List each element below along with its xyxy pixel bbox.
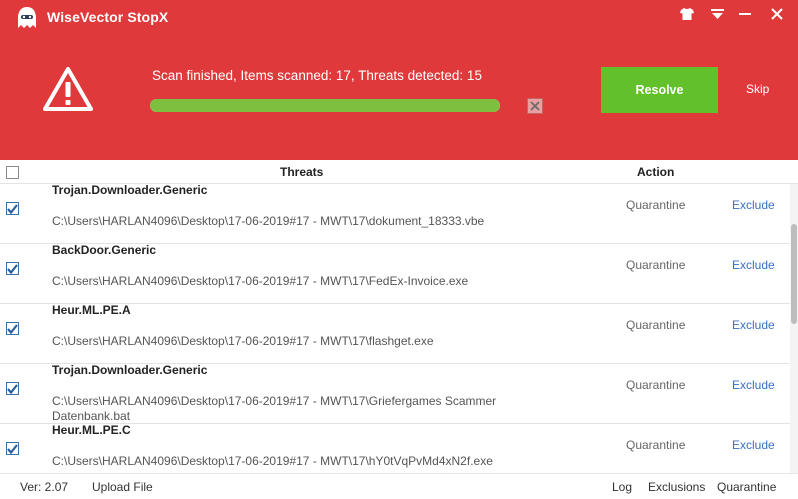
app-logo-icon	[18, 7, 36, 28]
menu-button[interactable]	[706, 5, 728, 23]
threat-checkbox[interactable]	[6, 442, 19, 455]
list-scrollbar-thumb[interactable]	[791, 224, 797, 324]
scan-result-header: WiseVector StopX Scan finished, Items sc…	[0, 0, 798, 160]
log-link[interactable]: Log	[612, 480, 632, 494]
minimize-button[interactable]	[734, 5, 756, 23]
threats-list: Trojan.Downloader.Generic C:\Users\HARLA…	[0, 184, 790, 473]
scan-progress-fill	[150, 99, 500, 112]
exclusions-link[interactable]: Exclusions	[648, 480, 705, 494]
threat-row: Trojan.Downloader.Generic C:\Users\HARLA…	[0, 363, 790, 424]
threat-row: Trojan.Downloader.Generic C:\Users\HARLA…	[0, 184, 790, 244]
threat-path: C:\Users\HARLAN4096\Desktop\17-06-2019#1…	[52, 334, 434, 348]
threat-action[interactable]: Quarantine	[626, 198, 685, 212]
threat-name: BackDoor.Generic	[52, 243, 157, 257]
threat-name: Trojan.Downloader.Generic	[52, 363, 208, 377]
minimize-icon	[739, 13, 751, 15]
status-footer: Ver: 2.07 Upload File Log Exclusions Qua…	[0, 473, 798, 499]
scan-status-text: Scan finished, Items scanned: 17, Threat…	[152, 68, 482, 83]
check-icon	[7, 323, 18, 334]
threat-action[interactable]: Quarantine	[626, 318, 685, 332]
threat-path: C:\Users\HARLAN4096\Desktop\17-06-2019#1…	[52, 214, 485, 228]
exclude-link[interactable]: Exclude	[732, 258, 775, 272]
threat-action[interactable]: Quarantine	[626, 378, 685, 392]
column-header-action: Action	[637, 165, 675, 179]
cancel-x-icon	[530, 101, 540, 111]
threat-checkbox[interactable]	[6, 202, 19, 215]
check-icon	[7, 263, 18, 274]
threat-name: Heur.ML.PE.A	[52, 303, 131, 317]
exclude-link[interactable]: Exclude	[732, 318, 775, 332]
threat-name: Heur.ML.PE.C	[52, 423, 131, 437]
exclude-link[interactable]: Exclude	[732, 438, 775, 452]
check-icon	[7, 443, 18, 454]
threat-checkbox[interactable]	[6, 382, 19, 395]
column-header-threats: Threats	[280, 165, 324, 179]
threat-checkbox[interactable]	[6, 322, 19, 335]
threat-path: C:\Users\HARLAN4096\Desktop\17-06-2019#1…	[52, 274, 469, 288]
close-icon	[771, 8, 783, 20]
title-bar[interactable]: WiseVector StopX	[0, 0, 798, 32]
threats-table-header: Threats Action	[0, 160, 798, 184]
threat-path: C:\Users\HARLAN4096\Desktop\17-06-2019#1…	[52, 454, 493, 468]
cancel-button[interactable]	[527, 98, 543, 114]
scan-progress-bar	[150, 99, 500, 112]
theme-button[interactable]	[676, 5, 698, 23]
threat-name: Trojan.Downloader.Generic	[52, 184, 208, 197]
exclude-link[interactable]: Exclude	[732, 378, 775, 392]
version-label: Ver: 2.07	[20, 480, 69, 494]
skip-link[interactable]: Skip	[746, 82, 769, 96]
tshirt-icon	[680, 8, 694, 20]
threat-row: BackDoor.Generic C:\Users\HARLAN4096\Des…	[0, 243, 790, 304]
select-all-checkbox[interactable]	[6, 166, 19, 179]
check-icon	[7, 203, 18, 214]
threat-action[interactable]: Quarantine	[626, 438, 685, 452]
threat-path: C:\Users\HARLAN4096\Desktop\17-06-2019#1…	[52, 394, 497, 423]
upload-file-link[interactable]: Upload File	[92, 480, 153, 494]
check-icon	[7, 383, 18, 394]
menu-icon	[710, 8, 724, 19]
exclude-link[interactable]: Exclude	[732, 198, 775, 212]
app-title: WiseVector StopX	[47, 9, 169, 25]
threat-row: Heur.ML.PE.C C:\Users\HARLAN4096\Desktop…	[0, 423, 790, 473]
threat-action[interactable]: Quarantine	[626, 258, 685, 272]
resolve-button[interactable]: Resolve	[601, 67, 718, 113]
warning-triangle-icon	[43, 67, 93, 111]
threat-checkbox[interactable]	[6, 262, 19, 275]
close-button[interactable]	[766, 5, 788, 23]
quarantine-link[interactable]: Quarantine	[717, 480, 776, 494]
threat-row: Heur.ML.PE.A C:\Users\HARLAN4096\Desktop…	[0, 303, 790, 364]
